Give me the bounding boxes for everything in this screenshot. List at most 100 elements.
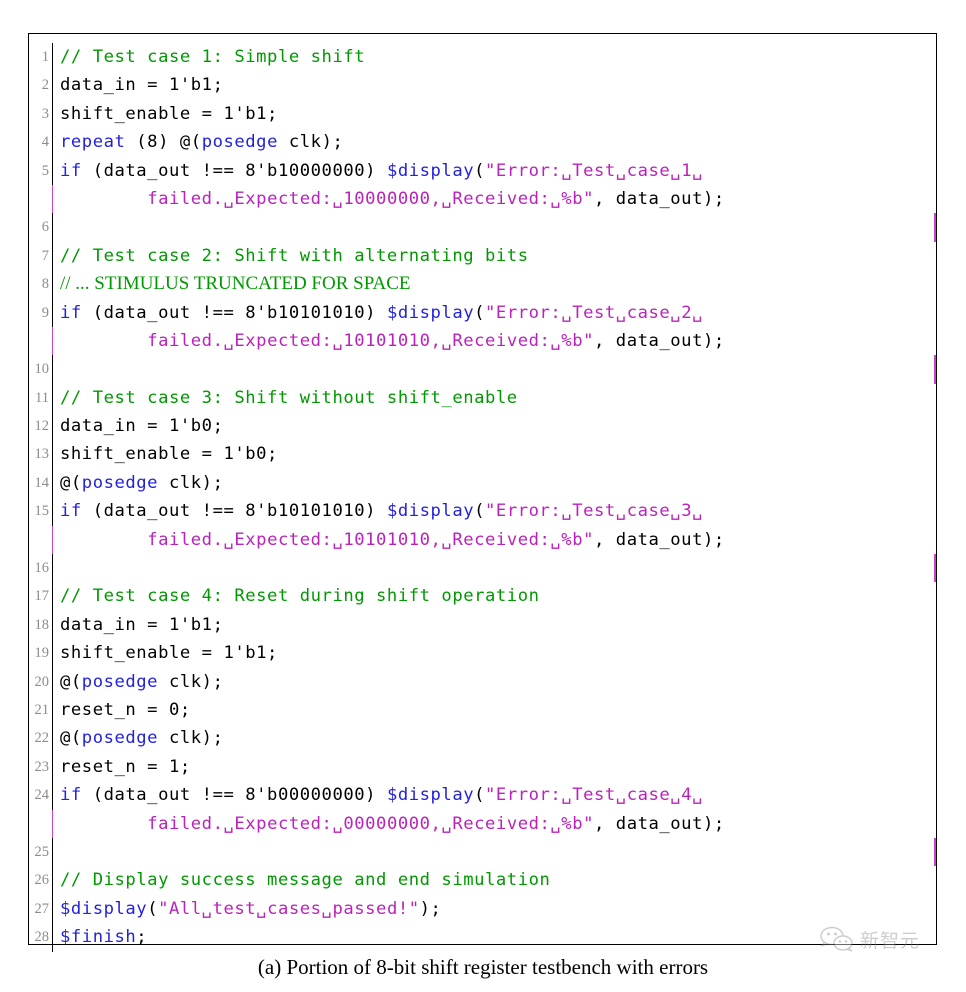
code-token-id bbox=[60, 331, 147, 351]
line-number: 27 bbox=[34, 900, 50, 917]
line-number: 20 bbox=[34, 673, 50, 690]
code-line: failed.␣Expected:␣00000000,␣Received:␣%b… bbox=[29, 809, 936, 867]
code-line: 18 data_in = 1'b1; bbox=[29, 610, 936, 640]
code-text: data_in = 1'b1; bbox=[53, 611, 936, 639]
line-number: 26 bbox=[34, 872, 50, 889]
code-text: // Test case 1: Simple shift bbox=[53, 43, 936, 71]
code-token-id: ( bbox=[474, 785, 486, 806]
line-number: 4 bbox=[41, 134, 49, 151]
code-line: 11 // Test case 3: Shift without shift_en… bbox=[29, 383, 936, 413]
code-token-id: clk); bbox=[277, 132, 344, 153]
figure-page: 1 // Test case 1: Simple shift 2 data_in = … bbox=[0, 0, 966, 992]
code-token-kw: $finish bbox=[60, 927, 137, 948]
code-line: 10 bbox=[29, 355, 936, 384]
code-token-id: @( bbox=[60, 472, 82, 493]
line-number: 1 bbox=[41, 49, 49, 65]
code-token-id: shift_enable = 1'b1; bbox=[60, 643, 278, 664]
code-text: @(posedge clk); bbox=[53, 724, 936, 752]
code-line: failed.␣Expected:␣10101010,␣Received:␣%b… bbox=[29, 326, 936, 384]
code-line: 24 if (data_out !== 8'b00000000) $display… bbox=[29, 781, 936, 810]
line-number: 14 bbox=[34, 474, 50, 491]
code-line: 3 shift_enable = 1'b1; bbox=[29, 99, 936, 129]
code-token-kw: $display bbox=[386, 160, 475, 181]
code-text: // Display success message and end simul… bbox=[53, 866, 936, 894]
line-number: 15 bbox=[34, 503, 50, 520]
line-number: 17 bbox=[34, 588, 50, 605]
code-token-str: "All␣test␣cases␣passed!" bbox=[158, 898, 420, 919]
code-line: 16 bbox=[29, 554, 936, 583]
code-token-cm: // Test case 3: Shift without shift_enab… bbox=[60, 387, 518, 408]
code-text: failed.␣Expected:␣10101010,␣Received:␣%b… bbox=[53, 526, 936, 583]
code-token-id: , data_out); bbox=[594, 813, 725, 834]
code-token-kw: if bbox=[60, 785, 82, 806]
code-line: 27 $display("All␣test␣cases␣passed!"); bbox=[29, 894, 936, 924]
code-line: 20 @(posedge clk); bbox=[29, 667, 936, 696]
line-number: 11 bbox=[35, 389, 49, 406]
code-line: failed.␣Expected:␣10101010,␣Received:␣%b… bbox=[29, 525, 936, 583]
code-token-kw: repeat bbox=[60, 132, 126, 153]
line-number: 13 bbox=[34, 446, 50, 463]
code-text: repeat (8) @(posedge clk); bbox=[53, 128, 936, 156]
code-token-id: ; bbox=[136, 927, 148, 948]
code-line: 13 shift_enable = 1'b0; bbox=[29, 440, 936, 469]
code-text: @(posedge clk); bbox=[53, 469, 936, 497]
code-line: 28 $finish; bbox=[29, 923, 936, 952]
code-token-kw: if bbox=[60, 160, 82, 181]
code-token-id: ( bbox=[474, 501, 486, 522]
code-token-kw: if bbox=[60, 302, 82, 323]
code-line: 23 reset_n = 1; bbox=[29, 752, 936, 782]
code-token-kw: $display bbox=[386, 302, 475, 323]
code-token-id bbox=[60, 189, 147, 209]
code-token-kw: posedge bbox=[81, 671, 159, 692]
code-text: if (data_out !== 8'b10101010) $display("… bbox=[53, 299, 936, 327]
code-token-id: data_in = 1'b0; bbox=[60, 416, 224, 437]
code-line: 9 if (data_out !== 8'b10101010) $display(… bbox=[29, 298, 936, 327]
code-line: 2 data_in = 1'b1; bbox=[29, 71, 936, 100]
code-token-str: "Error:␣Test␣case␣4␣ bbox=[485, 785, 703, 806]
code-line: 19 shift_enable = 1'b1; bbox=[29, 639, 936, 668]
code-text: // ... STIMULUS TRUNCATED FOR SPACE bbox=[53, 270, 936, 298]
code-line: 7 // Test case 2: Shift with alternating … bbox=[29, 241, 936, 271]
code-token-cm-serif: // ... STIMULUS TRUNCATED FOR SPACE bbox=[60, 273, 411, 295]
code-token-id: ( bbox=[474, 302, 486, 323]
code-text: // Test case 2: Shift with alternating b… bbox=[53, 242, 936, 270]
code-token-str: "Error:␣Test␣case␣3␣ bbox=[485, 501, 703, 522]
code-line: 15 if (data_out !== 8'b10101010) $display… bbox=[29, 497, 936, 526]
code-text: shift_enable = 1'b1; bbox=[53, 100, 936, 128]
code-text: shift_enable = 1'b0; bbox=[53, 440, 936, 468]
code-text: failed.␣Expected:␣00000000,␣Received:␣%b… bbox=[53, 810, 936, 867]
code-text: $display("All␣test␣cases␣passed!"); bbox=[53, 895, 936, 923]
code-text: @(posedge clk); bbox=[53, 668, 936, 696]
code-token-id: (data_out !== 8'b10101010) bbox=[81, 501, 387, 522]
code-text: if (data_out !== 8'b10000000) $display("… bbox=[53, 157, 936, 185]
code-token-kw: posedge bbox=[81, 472, 159, 493]
code-text: data_in = 1'b1; bbox=[53, 71, 936, 99]
code-token-id: shift_enable = 1'b0; bbox=[60, 444, 278, 465]
code-token-id: ); bbox=[419, 898, 442, 919]
line-number: 2 bbox=[41, 77, 49, 94]
line-number: 8 bbox=[41, 276, 49, 293]
code-token-id: shift_enable = 1'b1; bbox=[60, 103, 278, 124]
code-line: 21 reset_n = 0; bbox=[29, 695, 936, 725]
line-number: 28 bbox=[34, 929, 50, 946]
code-line: 14 @(posedge clk); bbox=[29, 468, 936, 498]
code-line: 17 // Test case 4: Reset during shift ope… bbox=[29, 582, 936, 611]
code-token-cm: // Test case 1: Simple shift bbox=[60, 47, 366, 67]
code-text: reset_n = 0; bbox=[53, 696, 936, 724]
code-token-id: data_in = 1'b1; bbox=[60, 75, 224, 96]
code-token-id: reset_n = 1; bbox=[60, 756, 191, 777]
code-token-id: (8) @( bbox=[125, 132, 202, 153]
code-token-id: reset_n = 0; bbox=[60, 699, 191, 720]
code-token-str: failed.␣Expected:␣10101010,␣Received:␣%b… bbox=[147, 330, 594, 351]
code-line: 22 @(posedge clk); bbox=[29, 724, 936, 753]
code-token-id: clk); bbox=[158, 472, 224, 493]
line-number: 6 bbox=[41, 219, 49, 236]
code-token-str: "Error:␣Test␣case␣2␣ bbox=[485, 302, 703, 323]
line-number: 5 bbox=[41, 162, 49, 179]
line-number: 9 bbox=[41, 304, 49, 321]
code-token-kw: $display bbox=[386, 785, 475, 806]
code-token-id: , data_out); bbox=[594, 330, 725, 351]
code-token-str: "Error:␣Test␣case␣1␣ bbox=[485, 160, 703, 181]
